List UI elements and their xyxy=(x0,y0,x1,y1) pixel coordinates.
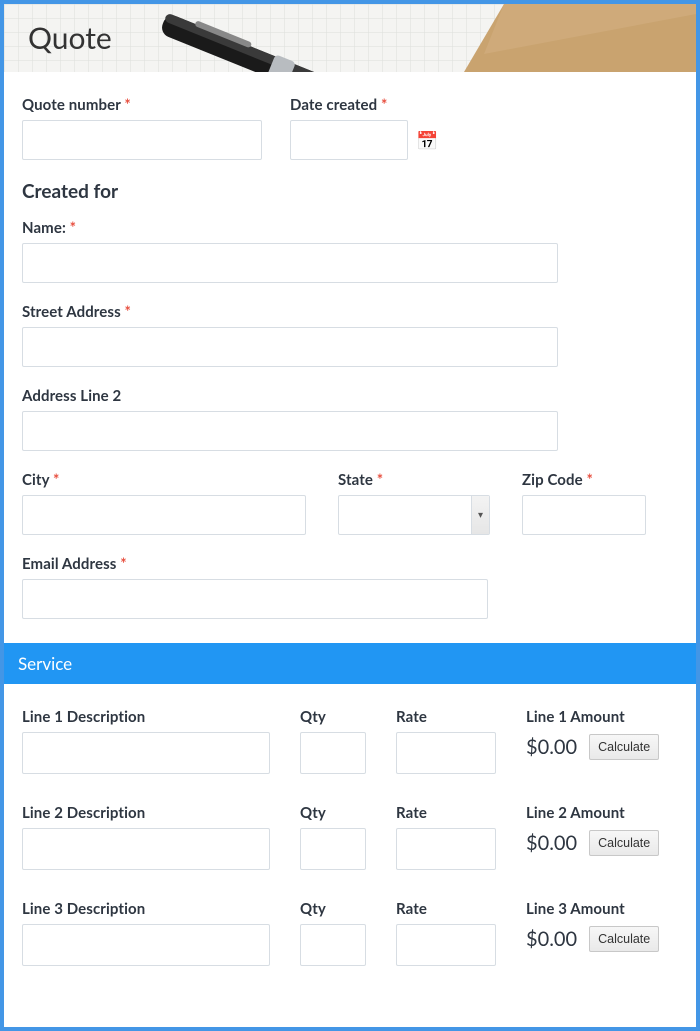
name-label: Name: * xyxy=(22,219,558,237)
line2-qty-input[interactable] xyxy=(300,828,366,870)
line-amount-label: Line 3 Amount xyxy=(526,900,670,918)
line2-calculate-button[interactable]: Calculate xyxy=(589,830,659,856)
zip-label: Zip Code * xyxy=(522,471,646,489)
line3-rate-input[interactable] xyxy=(396,924,496,966)
date-created-field: Date created * 📅 xyxy=(290,96,438,160)
page-header: Quote xyxy=(4,4,696,72)
zip-input[interactable] xyxy=(522,495,646,535)
line1-desc-input[interactable] xyxy=(22,732,270,774)
qty-label: Qty xyxy=(300,804,366,822)
line3-desc-input[interactable] xyxy=(22,924,270,966)
service-section-header: Service xyxy=(4,643,696,684)
addr2-label: Address Line 2 xyxy=(22,387,558,405)
zip-field: Zip Code * xyxy=(522,471,646,535)
line-amount-label: Line 1 Amount xyxy=(526,708,670,726)
page-title: Quote xyxy=(28,20,112,56)
email-input[interactable] xyxy=(22,579,488,619)
line-amount-label: Line 2 Amount xyxy=(526,804,670,822)
street-field: Street Address * xyxy=(22,303,558,367)
addr2-input[interactable] xyxy=(22,411,558,451)
city-label: City * xyxy=(22,471,306,489)
email-field: Email Address * xyxy=(22,555,488,619)
name-input[interactable] xyxy=(22,243,558,283)
line-desc-label: Line 3 Description xyxy=(22,900,270,918)
line-desc-label: Line 1 Description xyxy=(22,708,270,726)
city-input[interactable] xyxy=(22,495,306,535)
service-line: Line 1 Description Qty Rate Line 1 Amoun… xyxy=(22,708,678,774)
service-line: Line 2 Description Qty Rate Line 2 Amoun… xyxy=(22,804,678,870)
service-section: Line 1 Description Qty Rate Line 1 Amoun… xyxy=(4,684,696,966)
created-for-heading: Created for xyxy=(22,180,678,203)
name-field: Name: * xyxy=(22,219,558,283)
street-label: Street Address * xyxy=(22,303,558,321)
rate-label: Rate xyxy=(396,708,496,726)
quote-number-label: Quote number * xyxy=(22,96,262,114)
line1-qty-input[interactable] xyxy=(300,732,366,774)
line2-desc-input[interactable] xyxy=(22,828,270,870)
service-line: Line 3 Description Qty Rate Line 3 Amoun… xyxy=(22,900,678,966)
email-label: Email Address * xyxy=(22,555,488,573)
date-created-label: Date created * xyxy=(290,96,438,114)
quote-meta-section: Quote number * Date created * 📅 Created … xyxy=(4,72,696,643)
date-created-input[interactable] xyxy=(290,120,408,160)
line3-calculate-button[interactable]: Calculate xyxy=(589,926,659,952)
quote-number-input[interactable] xyxy=(22,120,262,160)
line1-rate-input[interactable] xyxy=(396,732,496,774)
line3-qty-input[interactable] xyxy=(300,924,366,966)
line2-rate-input[interactable] xyxy=(396,828,496,870)
rate-label: Rate xyxy=(396,804,496,822)
calendar-icon[interactable]: 📅 xyxy=(416,129,438,152)
line2-amount-value: $0.00 xyxy=(526,831,577,855)
street-input[interactable] xyxy=(22,327,558,367)
rate-label: Rate xyxy=(396,900,496,918)
line-desc-label: Line 2 Description xyxy=(22,804,270,822)
state-label: State * xyxy=(338,471,490,489)
addr2-field: Address Line 2 xyxy=(22,387,558,451)
line3-amount-value: $0.00 xyxy=(526,927,577,951)
line1-calculate-button[interactable]: Calculate xyxy=(589,734,659,760)
state-select[interactable] xyxy=(338,495,490,535)
city-field: City * xyxy=(22,471,306,535)
line1-amount-value: $0.00 xyxy=(526,735,577,759)
quote-number-field: Quote number * xyxy=(22,96,262,160)
qty-label: Qty xyxy=(300,708,366,726)
state-field: State * ▾ xyxy=(338,471,490,535)
qty-label: Qty xyxy=(300,900,366,918)
